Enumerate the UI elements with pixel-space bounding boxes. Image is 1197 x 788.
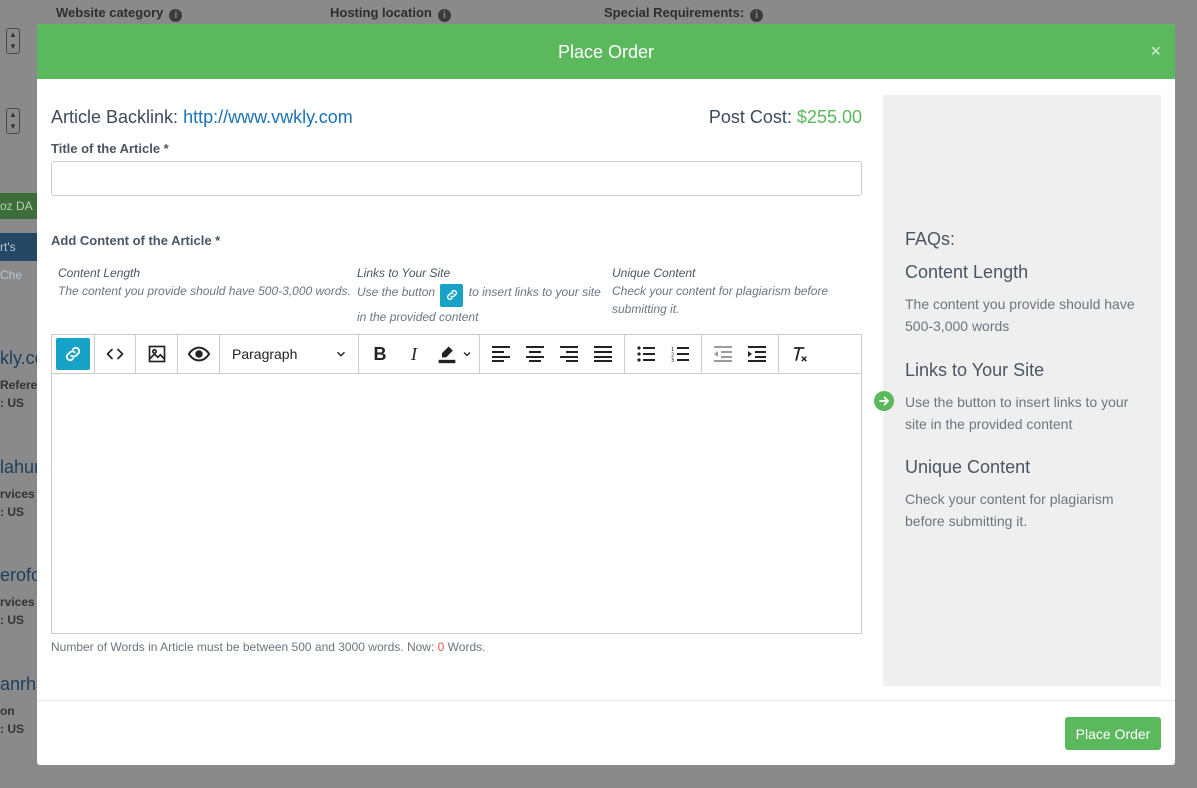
place-order-modal: Place Order × Article Backlink: http://w… <box>37 24 1175 765</box>
tip-content-length: Content Length The content you provide s… <box>58 264 353 300</box>
arrow-right-circle-icon <box>874 391 894 411</box>
backlink-url-link[interactable]: http://www.vwkly.com <box>183 107 353 127</box>
tip-text-part: in the provided content <box>357 310 479 324</box>
outdent-icon[interactable] <box>706 335 740 373</box>
text-style-group: B I <box>359 335 480 373</box>
bg-row-line: : US <box>0 613 24 627</box>
bg-row-line: Referer <box>0 378 43 392</box>
info-icon: i <box>437 9 451 22</box>
tip-unique: Unique Content Check your content for pl… <box>612 264 852 318</box>
bg-col-hosting: Hosting location i <box>330 5 451 22</box>
modal-title: Place Order <box>557 42 655 62</box>
bg-col-special: Special Requirements: i <box>604 5 764 22</box>
tip-text: submitting it. <box>612 302 680 316</box>
code-icon[interactable] <box>94 335 136 373</box>
editor-content-area[interactable] <box>52 374 861 633</box>
bg-green-button: oz DA <box>0 193 40 219</box>
info-icon: i <box>750 9 764 22</box>
tip-links: Links to Your Site Use the button to ins… <box>357 264 607 328</box>
tip-text: Use the button to insert links to your s… <box>357 282 607 328</box>
clear-format-icon[interactable] <box>783 335 817 373</box>
tip-text: Check your content for plagiarism before <box>612 284 829 298</box>
paragraph-format-value: Paragraph <box>232 346 298 362</box>
content-label: Add Content of the Article * <box>51 233 221 248</box>
word-count-pre: Number of Words in Article must be betwe… <box>51 640 438 654</box>
bullet-list-icon[interactable] <box>629 335 663 373</box>
word-count: Number of Words in Article must be betwe… <box>51 640 485 654</box>
image-icon[interactable] <box>136 335 178 373</box>
bg-row-line: : US <box>0 722 24 736</box>
clear-group <box>779 335 821 373</box>
bg-row: erofoc rvices : US <box>0 553 50 661</box>
italic-icon[interactable]: I <box>397 335 431 373</box>
list-group: 123 <box>625 335 702 373</box>
bg-blue-button: rt's Che <box>0 233 40 282</box>
bg-spinner: ▲ ▼ <box>6 28 20 54</box>
link-icon[interactable] <box>56 338 90 370</box>
preview-icon[interactable] <box>178 335 220 373</box>
article-backlink: Article Backlink: http://www.vwkly.com <box>51 107 353 128</box>
highlight-icon[interactable] <box>431 335 479 373</box>
tip-text: The content you provide should have 500-… <box>58 284 351 298</box>
faq-title: FAQs: <box>905 229 956 249</box>
tip-heading: Links to Your Site <box>357 266 451 280</box>
faq-text: Check your content for plagiarism before… <box>905 491 1114 529</box>
bg-row: lahur rvices : US <box>0 445 40 553</box>
post-cost-label: Post Cost: <box>708 107 792 127</box>
backlink-label: Article Backlink: <box>51 107 179 127</box>
order-form: Article Backlink: http://www.vwkly.com P… <box>51 94 862 654</box>
bg-row-title: lahur <box>0 457 41 477</box>
faq-heading: Content Length <box>905 262 1029 282</box>
bg-row-line: on <box>0 704 15 718</box>
bg-row-line: : US <box>0 396 24 410</box>
tip-heading: Content Length <box>58 266 141 280</box>
content-editor: Paragraph B I 1 2 3 <box>51 334 862 634</box>
bg-row: kly.co Referer : US <box>0 336 45 444</box>
background-header: Website category i Hosting location i Spec… <box>0 0 1197 24</box>
bg-row-line: : US <box>0 505 24 519</box>
word-count-post: Words. <box>444 640 486 654</box>
modal-header: Place Order × <box>37 24 1175 79</box>
bg-col-special-label: Special Requirements: <box>604 5 745 20</box>
modal-footer: Place Order <box>37 700 1175 765</box>
bg-col-category-label: Website category <box>56 5 164 20</box>
align-right-icon[interactable] <box>552 335 586 373</box>
paragraph-format-select[interactable]: Paragraph <box>220 335 359 373</box>
indent-group <box>702 335 779 373</box>
align-center-icon[interactable] <box>518 335 552 373</box>
tip-text-part: Use the button <box>357 285 436 299</box>
align-left-icon[interactable] <box>484 335 518 373</box>
align-justify-icon[interactable] <box>586 335 620 373</box>
close-icon[interactable]: × <box>1150 41 1161 62</box>
editor-toolbar: Paragraph B I 1 2 3 <box>52 335 861 374</box>
faq-text: Use the button to insert links to your s… <box>905 394 1129 432</box>
faq-panel: FAQs: Content Length The content you pro… <box>874 95 1161 686</box>
bg-col-hosting-label: Hosting location <box>330 5 432 20</box>
tip-heading: Unique Content <box>612 266 696 280</box>
title-label: Title of the Article * <box>51 141 169 156</box>
chevron-down-icon <box>337 351 345 357</box>
post-cost-value: $255.00 <box>796 107 862 127</box>
bg-spinner: ▲ ▼ <box>6 108 20 134</box>
faq-text: The content you provide should have 500-… <box>905 296 1135 334</box>
article-title-input[interactable] <box>51 161 862 196</box>
backlink-row: Article Backlink: http://www.vwkly.com P… <box>51 94 862 127</box>
bg-row: anrha on : US <box>0 662 46 770</box>
bg-col-category: Website category i <box>56 5 183 22</box>
link-icon <box>440 284 464 307</box>
post-cost: Post Cost: $255.00 <box>709 107 862 128</box>
faq-heading: Links to Your Site <box>905 360 1045 380</box>
info-icon: i <box>169 9 183 22</box>
faq-heading: Unique Content <box>905 457 1031 477</box>
bg-row-line: rvices <box>0 487 35 501</box>
bold-icon[interactable]: B <box>363 335 397 373</box>
place-order-button[interactable]: Place Order <box>1065 717 1161 750</box>
indent-icon[interactable] <box>740 335 774 373</box>
align-group <box>480 335 625 373</box>
numbered-list-icon[interactable]: 123 <box>663 335 697 373</box>
svg-text:3: 3 <box>671 358 674 362</box>
bg-row-line: rvices <box>0 595 35 609</box>
tip-text-part: to insert links to your site <box>468 285 601 299</box>
